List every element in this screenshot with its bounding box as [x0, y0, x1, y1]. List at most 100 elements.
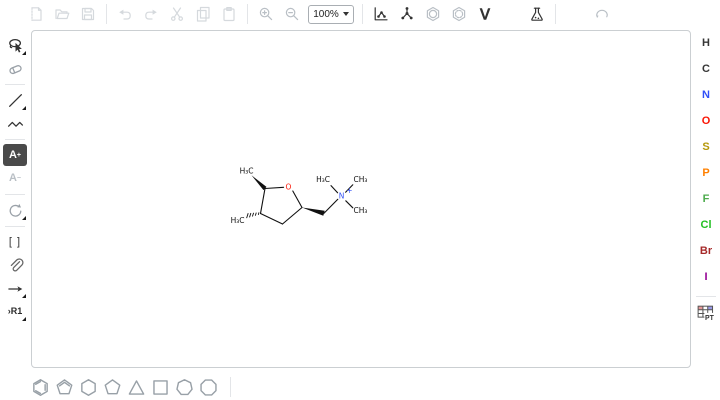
atom-button-cl[interactable]: Cl	[693, 214, 719, 236]
redo-button[interactable]	[139, 2, 163, 26]
zoom-out-icon	[284, 6, 300, 22]
template-cyclooctane-button[interactable]	[196, 375, 220, 399]
divider	[5, 139, 25, 140]
charge-plus-button[interactable]: A+	[3, 144, 27, 166]
atom-button-i[interactable]: I	[693, 266, 719, 288]
periodic-table-button[interactable]: PT	[694, 303, 718, 325]
template-cyclobutane-button[interactable]	[148, 375, 172, 399]
left-toolbar: A+ A− [ ] ›	[0, 30, 30, 375]
atom-button-h[interactable]: H	[693, 32, 719, 54]
atom-label-n-methyl-left: H₃C	[316, 175, 330, 184]
divider	[230, 377, 231, 397]
atom-label-oxygen: O	[286, 182, 292, 191]
template-cyclopentadiene-button[interactable]	[52, 375, 76, 399]
atom-label-methyl-bottom: H₃C	[231, 216, 245, 225]
charge-plus-label: +	[346, 186, 352, 195]
dropdown-corner	[22, 216, 26, 220]
atom-button-o[interactable]: O	[693, 110, 719, 132]
chain-icon	[7, 115, 24, 132]
transform-rotate-button[interactable]	[3, 199, 27, 221]
cyclopentane-icon	[103, 378, 122, 397]
layout-button[interactable]	[369, 2, 393, 26]
save-button[interactable]	[76, 2, 100, 26]
attachment-point-button[interactable]	[3, 254, 27, 276]
layout-icon	[373, 6, 389, 22]
template-cyclohexane-button[interactable]	[76, 375, 100, 399]
divider	[5, 194, 25, 195]
template-cyclopentane-button[interactable]	[100, 375, 124, 399]
molecule[interactable]: H₃C H₃C O N + H₃C CH₃ CH₃	[221, 156, 386, 241]
template-library-button[interactable]	[241, 375, 265, 399]
system-group: 3D	[549, 2, 692, 26]
cut-button[interactable]	[165, 2, 189, 26]
svg-text:3D: 3D	[598, 13, 605, 19]
atom-button-n[interactable]: N	[693, 84, 719, 106]
calculated-values-button[interactable]	[525, 2, 549, 26]
save-icon	[80, 6, 96, 22]
paste-clipboard-icon	[221, 6, 237, 22]
rgroup-button[interactable]: ›R1	[3, 300, 27, 322]
zoom-value: 100%	[313, 9, 339, 20]
check-icon	[503, 6, 519, 22]
brackets-glyph: [ ]	[9, 236, 21, 248]
erase-button[interactable]	[3, 57, 27, 79]
flask-icon	[529, 6, 545, 22]
svg-text:i: i	[679, 9, 682, 20]
divider	[5, 84, 25, 85]
zoom-in-button[interactable]	[254, 2, 278, 26]
about-button[interactable]: i	[668, 2, 692, 26]
file-group	[24, 2, 100, 26]
zoom-out-button[interactable]	[280, 2, 304, 26]
paste-button[interactable]	[217, 2, 241, 26]
atom-button-c[interactable]: C	[693, 58, 719, 80]
divider	[696, 296, 716, 297]
bond-single-button[interactable]	[3, 89, 27, 111]
zoom-in-icon	[258, 6, 274, 22]
dropdown-corner	[22, 317, 26, 321]
chevron-down-icon	[343, 12, 349, 16]
new-document-button[interactable]	[24, 2, 48, 26]
template-cyclopropane-button[interactable]	[124, 375, 148, 399]
benzene-icon	[31, 378, 50, 397]
stereochemistry-button[interactable]	[473, 2, 497, 26]
undo-button[interactable]	[113, 2, 137, 26]
help-button[interactable]: ?	[642, 2, 666, 26]
copy-button[interactable]	[191, 2, 215, 26]
atom-button-f[interactable]: F	[693, 188, 719, 210]
settings-button[interactable]	[616, 2, 640, 26]
divider	[247, 4, 248, 24]
aromatize-button[interactable]: A	[421, 2, 445, 26]
reaction-arrow-button[interactable]	[3, 277, 27, 299]
zoom-group: 100%	[254, 2, 356, 26]
atom-label-nitrogen: N	[339, 191, 345, 200]
cycloheptane-icon	[175, 378, 194, 397]
periodic-table-icon: PT	[697, 305, 716, 323]
atom-label-n-methyl-top: CH₃	[354, 175, 368, 184]
chain-button[interactable]	[3, 112, 27, 134]
arrow-right-icon	[7, 280, 24, 297]
atom-button-p[interactable]: P	[693, 162, 719, 184]
select-lasso-button[interactable]	[3, 34, 27, 56]
dropdown-corner	[22, 106, 26, 110]
sgroup-brackets-button[interactable]: [ ]	[3, 231, 27, 253]
zoom-select[interactable]: 100%	[308, 5, 354, 24]
dearomatize-button[interactable]: A	[447, 2, 471, 26]
template-cycloheptane-button[interactable]	[172, 375, 196, 399]
eraser-icon	[7, 60, 24, 77]
svg-text:?: ?	[651, 9, 657, 20]
edit-pen-button[interactable]	[564, 2, 588, 26]
atom-button-br[interactable]: Br	[693, 240, 719, 262]
open-button[interactable]	[50, 2, 74, 26]
drawing-canvas[interactable]: H₃C H₃C O N + H₃C CH₃ CH₃	[31, 30, 691, 368]
atom-button-s[interactable]: S	[693, 136, 719, 158]
divider	[555, 4, 556, 24]
template-benzene-button[interactable]	[28, 375, 52, 399]
template-library-icon	[244, 378, 263, 397]
check-structure-button[interactable]	[499, 2, 523, 26]
charge-minus-button[interactable]: A−	[3, 167, 27, 189]
help-icon: ?	[646, 6, 662, 22]
3d-viewer-button[interactable]: 3D	[590, 2, 614, 26]
cut-scissors-icon	[169, 6, 185, 22]
pen-icon	[568, 6, 584, 22]
clean-up-button[interactable]	[395, 2, 419, 26]
